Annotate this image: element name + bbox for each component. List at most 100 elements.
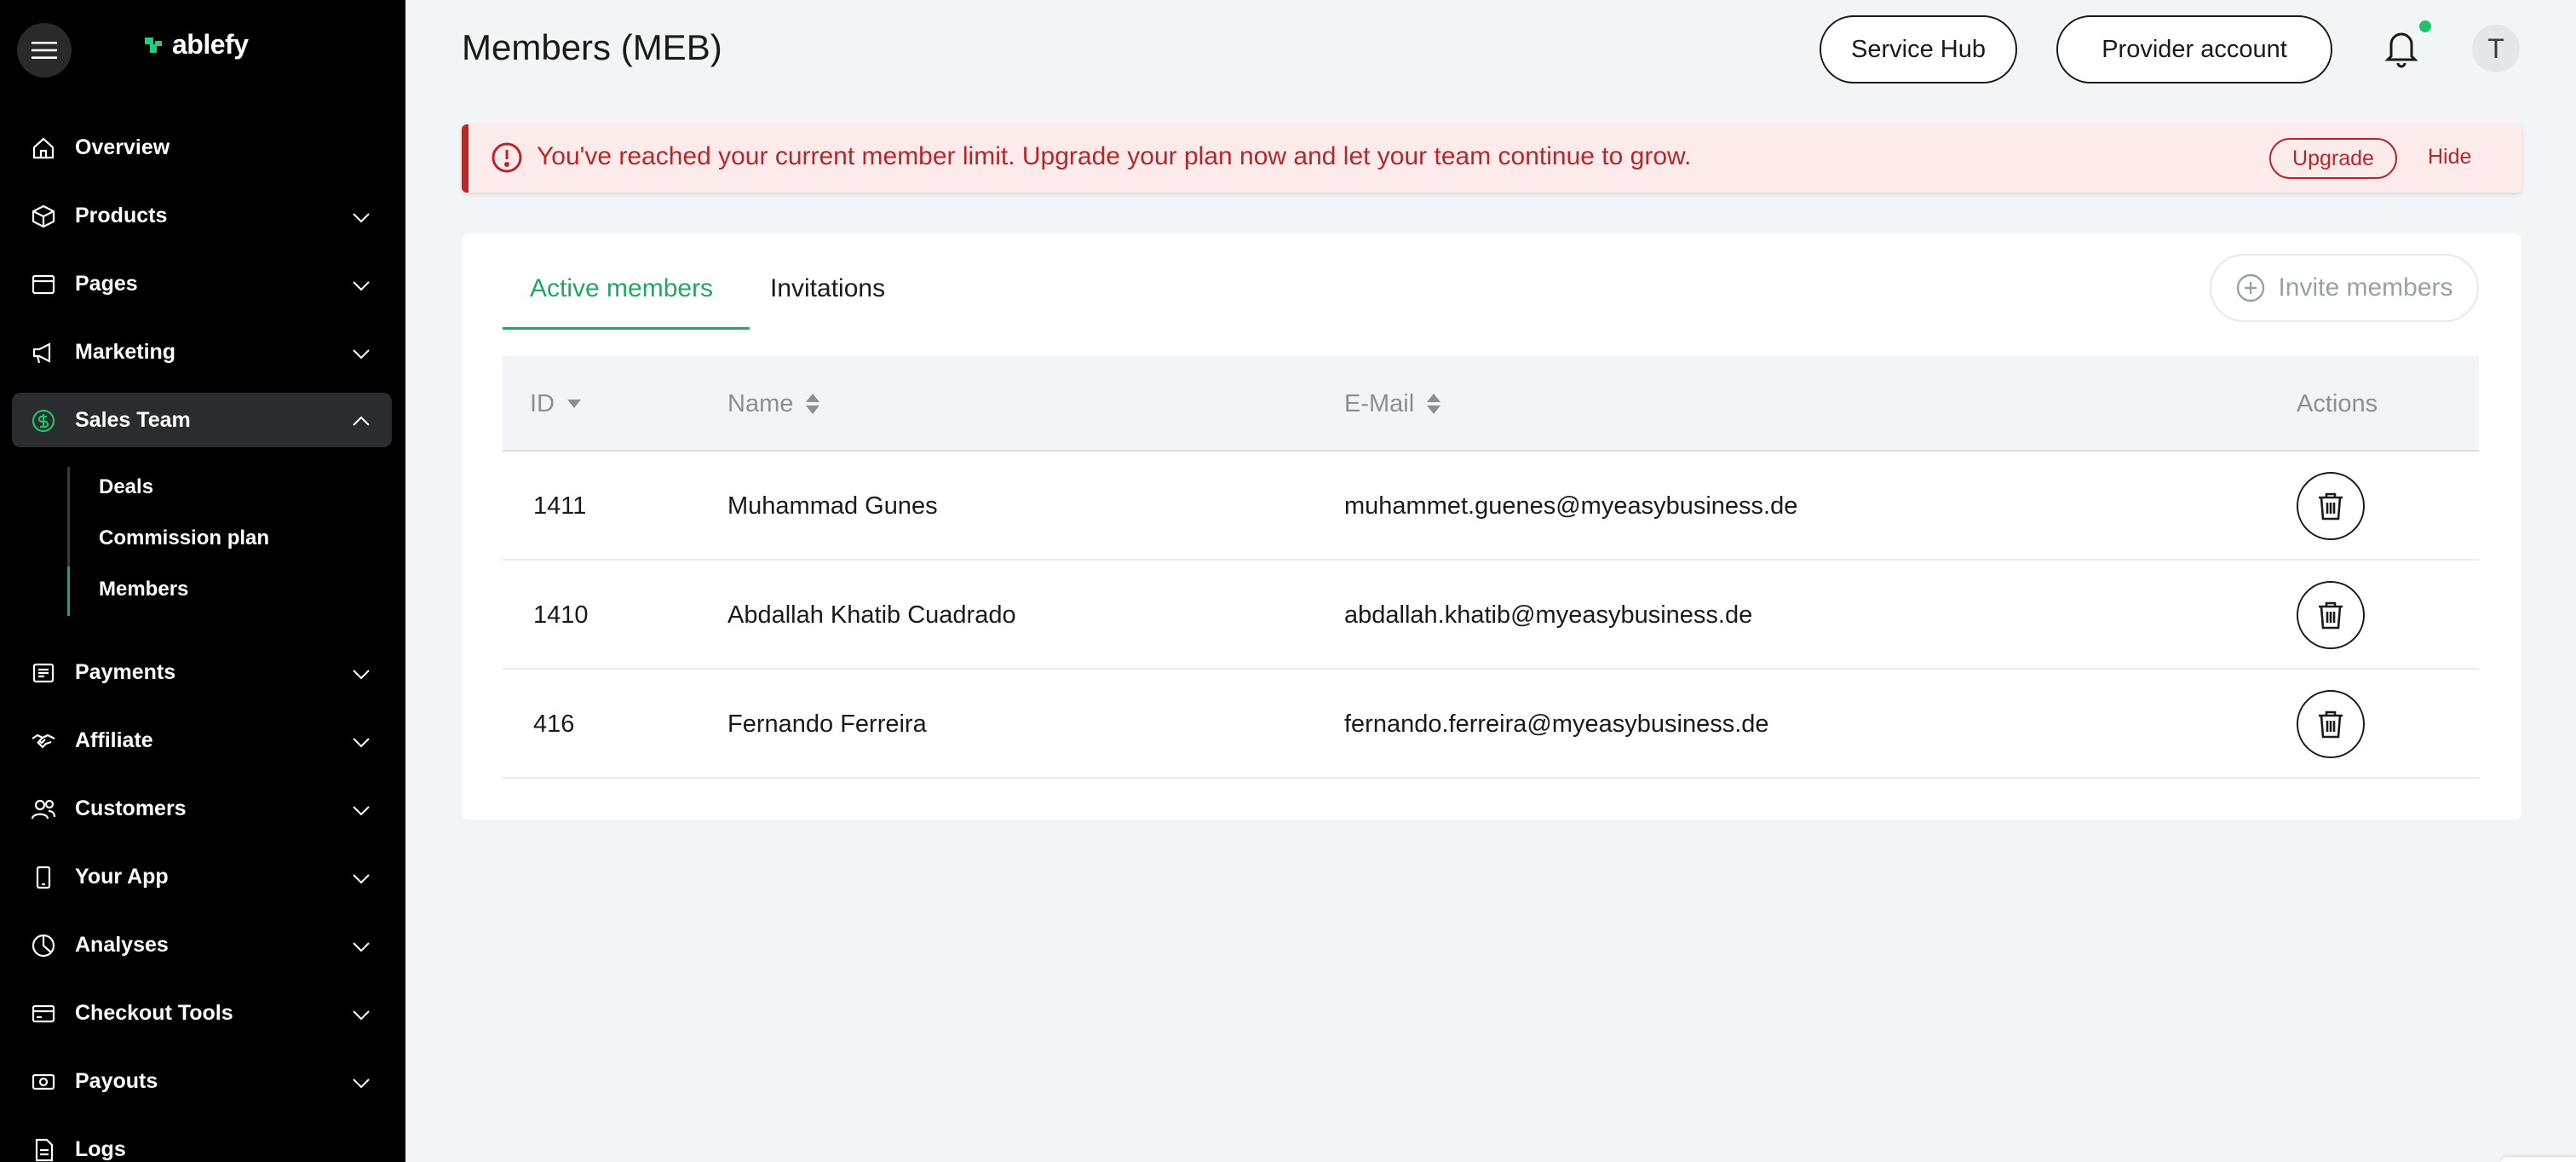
sidebar-item-label: Pages bbox=[75, 272, 138, 296]
sidebar-item-customers[interactable]: Customers bbox=[12, 781, 392, 836]
column-header-email[interactable]: E-Mail bbox=[1344, 356, 1441, 452]
column-header-label: ID bbox=[530, 390, 555, 417]
column-header-actions: Actions bbox=[2297, 356, 2378, 452]
chevron-down-icon bbox=[353, 213, 370, 223]
receipt-icon bbox=[32, 663, 55, 683]
sidebar-item-marketing[interactable]: Marketing bbox=[12, 325, 392, 379]
cell-id: 1410 bbox=[533, 601, 589, 629]
sidebar-item-payouts[interactable]: Payouts bbox=[12, 1054, 392, 1108]
chevron-down-icon bbox=[353, 806, 370, 816]
sidebar-item-label: Marketing bbox=[75, 340, 176, 364]
sidebar-item-products[interactable]: Products bbox=[12, 188, 392, 243]
handshake-icon bbox=[32, 733, 55, 749]
chevron-down-icon bbox=[353, 670, 370, 680]
box-icon bbox=[32, 204, 55, 228]
sidebar-item-sales-team[interactable]: Sales Team bbox=[12, 393, 392, 447]
trash-icon bbox=[2319, 601, 2343, 630]
sort-icon bbox=[1427, 394, 1441, 414]
sidebar-item-checkout-tools[interactable]: Checkout Tools bbox=[12, 986, 392, 1040]
sidebar-item-logs[interactable]: Logs bbox=[12, 1122, 392, 1162]
tab-invitations[interactable]: Invitations bbox=[770, 274, 885, 303]
sidebar-item-pages[interactable]: Pages bbox=[12, 256, 392, 311]
cell-id: 416 bbox=[533, 710, 575, 738]
users-icon bbox=[31, 799, 56, 820]
cash-icon bbox=[32, 1073, 55, 1090]
cell-name: Fernando Ferreira bbox=[727, 710, 927, 738]
cell-email: muhammet.guenes@myeasybusiness.de bbox=[1344, 492, 1798, 520]
cell-email: abdallah.khatib@myeasybusiness.de bbox=[1344, 601, 1753, 629]
sidebar-item-label: Analyses bbox=[75, 933, 169, 957]
pie-chart-icon bbox=[32, 934, 55, 958]
chevron-down-icon bbox=[353, 738, 370, 748]
sidebar-item-label: Payments bbox=[75, 660, 176, 684]
cell-email: fernando.ferreira@myeasybusiness.de bbox=[1344, 710, 1769, 738]
chevron-down-icon bbox=[353, 281, 370, 291]
cart-icon bbox=[32, 1004, 55, 1023]
provider-account-button[interactable]: Provider account bbox=[2056, 15, 2332, 83]
page-icon bbox=[32, 274, 55, 295]
cell-name: Muhammad Gunes bbox=[727, 492, 938, 520]
sidebar-item-your-app[interactable]: Your App bbox=[12, 849, 392, 904]
sidebar-item-analyses[interactable]: Analyses bbox=[12, 918, 392, 972]
sidebar-subitem-members[interactable]: Members bbox=[99, 578, 188, 601]
table-row: 416 Fernando Ferreira fernando.ferreira@… bbox=[503, 670, 2479, 779]
alert-message: You've reached your current member limit… bbox=[537, 142, 1692, 170]
table-row: 1410 Abdallah Khatib Cuadrado abdallah.k… bbox=[503, 561, 2479, 670]
sidebar-item-label: Customers bbox=[75, 797, 187, 820]
members-card: Active members Invitations Invite member… bbox=[462, 233, 2521, 820]
trash-icon bbox=[2319, 710, 2343, 739]
invite-members-label: Invite members bbox=[2278, 273, 2453, 302]
chevron-up-icon bbox=[353, 416, 370, 426]
sidebar-item-overview[interactable]: Overview bbox=[12, 120, 392, 175]
phone-icon bbox=[36, 866, 51, 889]
tab-active-indicator bbox=[503, 327, 750, 330]
sidebar-item-label: Logs bbox=[75, 1137, 126, 1161]
logo[interactable]: ablefy bbox=[143, 29, 249, 60]
sidebar-item-affiliate[interactable]: Affiliate bbox=[12, 713, 392, 768]
column-header-name[interactable]: Name bbox=[727, 356, 820, 452]
cell-id: 1411 bbox=[533, 492, 587, 520]
delete-member-button[interactable] bbox=[2297, 581, 2365, 649]
sidebar-subitem-commission-plan[interactable]: Commission plan bbox=[99, 526, 269, 550]
chevron-down-icon bbox=[353, 942, 370, 952]
tab-active-members[interactable]: Active members bbox=[530, 274, 713, 303]
submenu-active-indicator bbox=[67, 567, 70, 616]
column-header-label: Actions bbox=[2297, 390, 2378, 417]
sidebar-item-label: Payouts bbox=[75, 1069, 158, 1093]
hide-alert-button[interactable]: Hide bbox=[2428, 124, 2471, 189]
table-header: ID Name E-Mail Actions bbox=[503, 356, 2479, 452]
delete-member-button[interactable] bbox=[2297, 472, 2365, 540]
home-icon bbox=[32, 137, 55, 159]
cell-name: Abdallah Khatib Cuadrado bbox=[727, 601, 1016, 629]
sidebar-item-label: Affiliate bbox=[75, 728, 153, 752]
sidebar-item-payments[interactable]: Payments bbox=[12, 645, 392, 699]
upgrade-button[interactable]: Upgrade bbox=[2269, 138, 2397, 179]
chevron-down-icon bbox=[353, 1079, 370, 1089]
sidebar-item-label: Your App bbox=[75, 865, 169, 889]
delete-member-button[interactable] bbox=[2297, 690, 2365, 758]
sort-desc-icon bbox=[567, 400, 581, 408]
ablefy-logo-icon bbox=[145, 37, 162, 53]
invite-members-button[interactable]: Invite members bbox=[2210, 254, 2479, 322]
file-icon bbox=[35, 1138, 54, 1162]
sidebar-item-label: Sales Team bbox=[75, 408, 191, 432]
sidebar-item-label: Overview bbox=[75, 135, 170, 159]
avatar[interactable]: T bbox=[2472, 25, 2520, 72]
column-header-label: Name bbox=[727, 390, 794, 417]
chevron-down-icon bbox=[353, 1010, 370, 1021]
sidebar: ablefy Overview Products Pages Marketing bbox=[0, 0, 405, 1162]
sidebar-subitem-deals[interactable]: Deals bbox=[99, 475, 153, 499]
trash-icon bbox=[2319, 492, 2343, 521]
alert-circle-icon bbox=[492, 142, 522, 173]
column-header-id[interactable]: ID bbox=[530, 356, 582, 452]
chat-widget-edge[interactable] bbox=[2501, 1157, 2576, 1162]
hamburger-menu-button[interactable] bbox=[17, 23, 72, 78]
megaphone-icon bbox=[32, 342, 51, 364]
column-header-label: E-Mail bbox=[1344, 390, 1415, 417]
hamburger-icon bbox=[32, 42, 57, 59]
bell-icon[interactable] bbox=[2381, 26, 2422, 70]
notification-dot bbox=[2419, 20, 2431, 32]
page-title: Members (MEB) bbox=[462, 27, 722, 67]
service-hub-button[interactable]: Service Hub bbox=[1820, 15, 2017, 83]
sort-icon bbox=[806, 394, 820, 414]
